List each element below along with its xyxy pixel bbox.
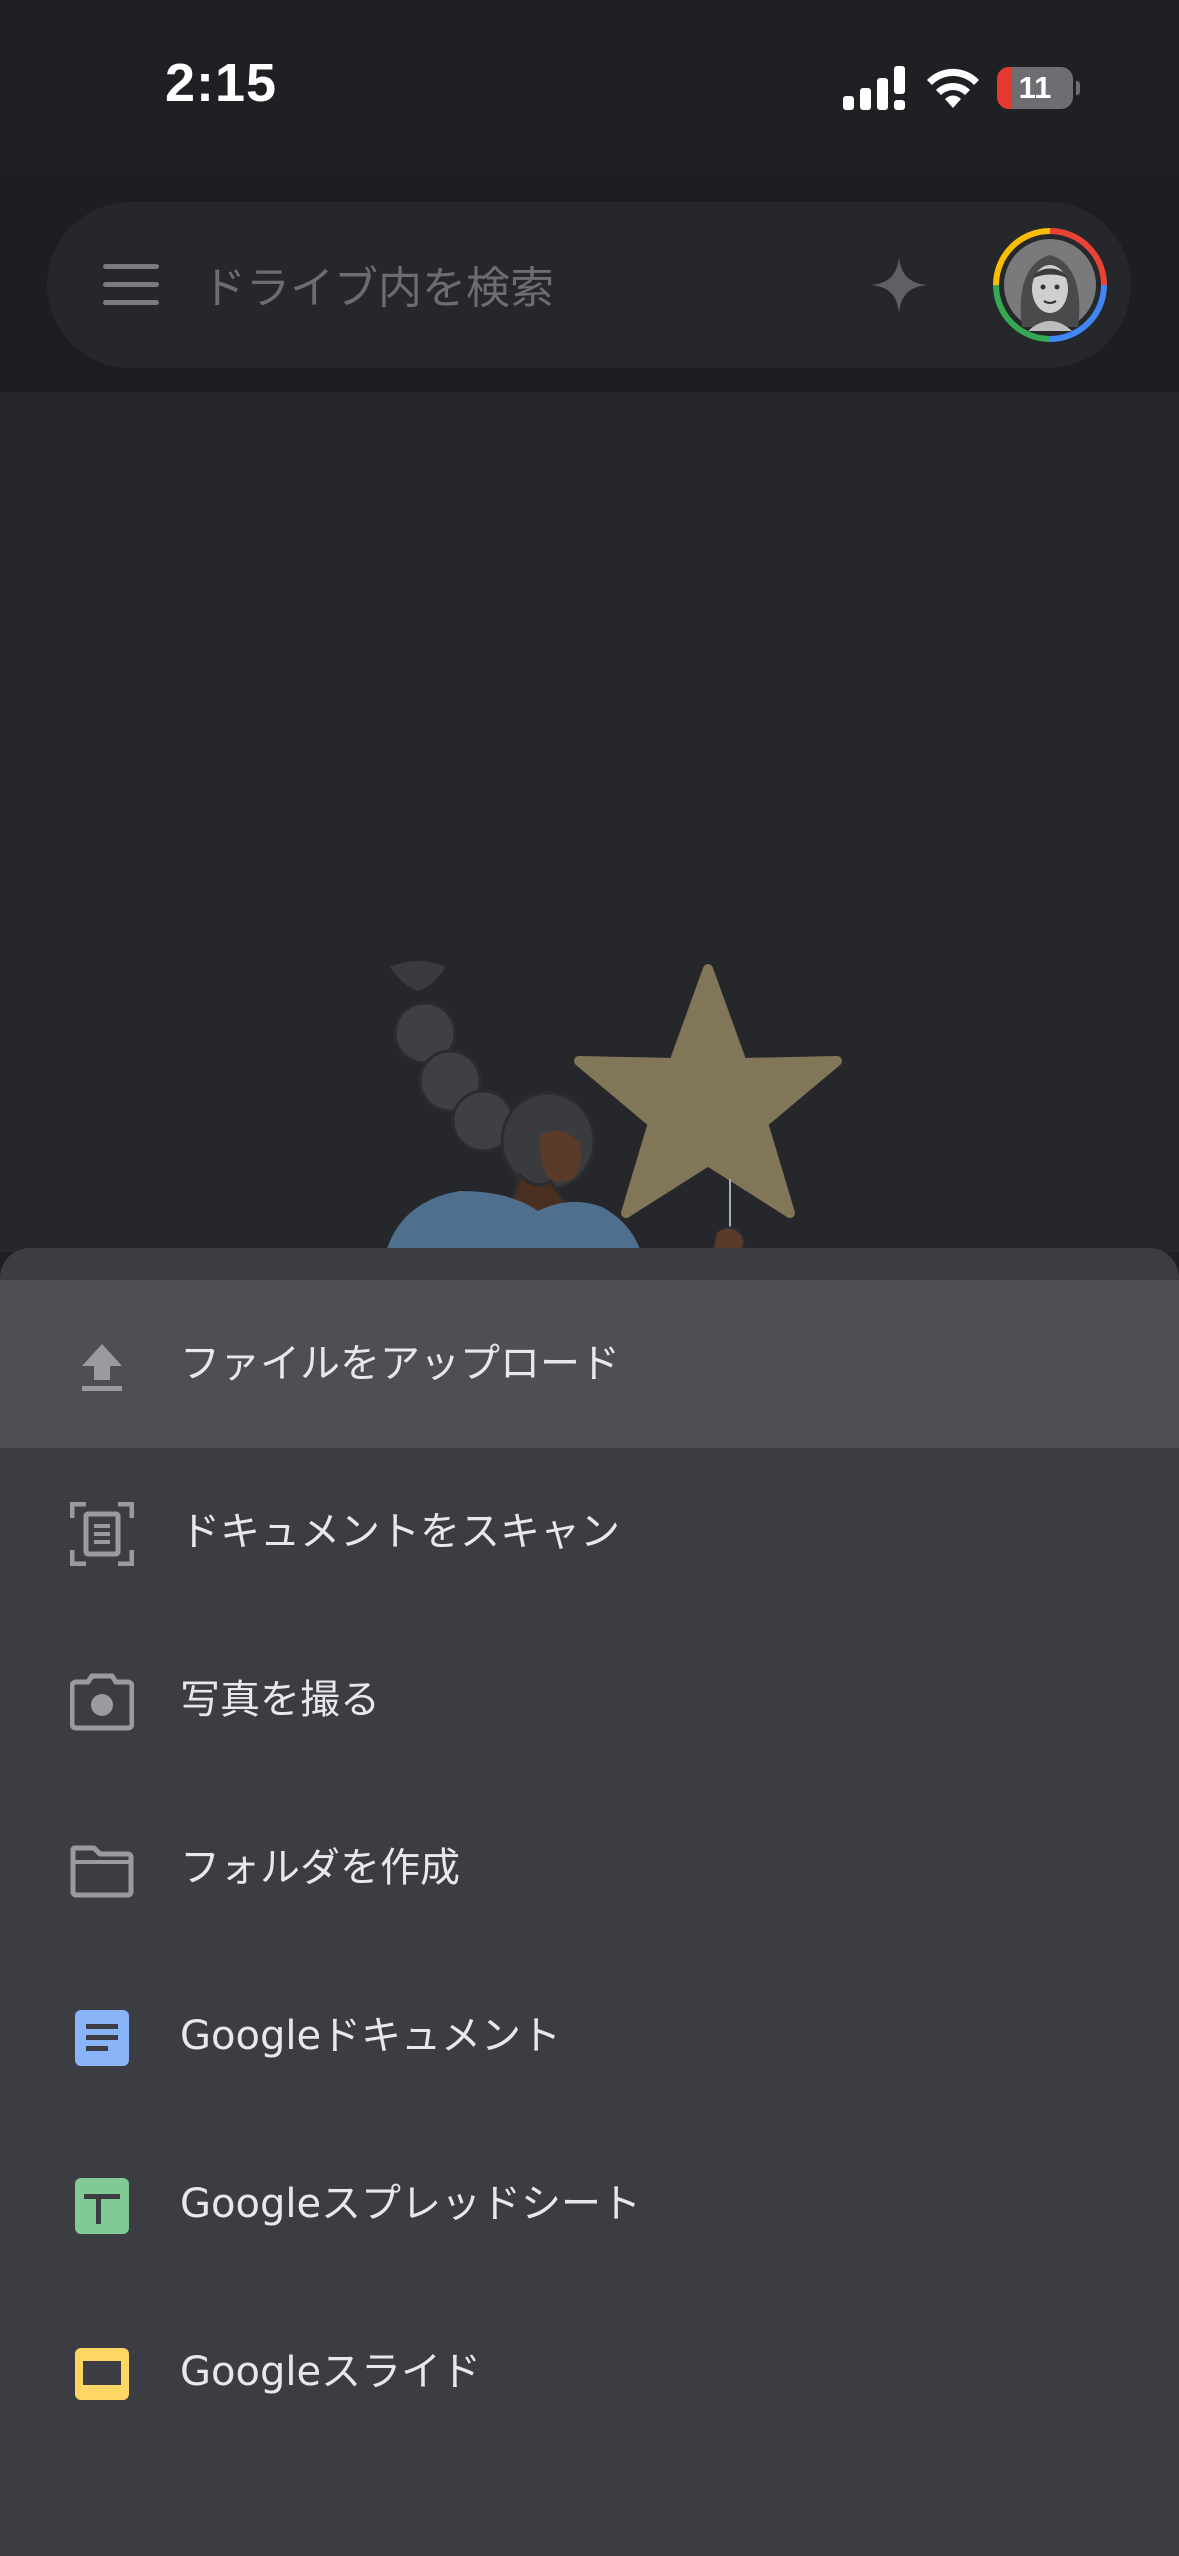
menu-item-google-slides[interactable]: Googleスライド [0,2288,1179,2456]
menu-item-scan-document[interactable]: ドキュメントをスキャン [0,1448,1179,1616]
google-docs-icon [75,2010,129,2066]
menu-item-create-folder[interactable]: フォルダを作成 [0,1784,1179,1952]
sheet-top-edge [0,1248,1179,1280]
wifi-icon [927,68,979,108]
google-slides-icon [75,2348,129,2400]
menu-item-label: 写真を撮る [180,1677,380,1723]
folder-icon [70,1845,134,1898]
menu-item-google-sheets[interactable]: Googleスプレッドシート [0,2120,1179,2288]
menu-item-label: Googleスプレッドシート [180,2181,642,2227]
create-new-bottom-sheet: ファイルをアップロード ドキュメントをスキャン 写真を撮る フォルダを作成 Go… [0,1248,1179,2556]
menu-item-label: ファイルをアップロード [180,1341,620,1387]
menu-item-label: Googleドキュメント [180,2013,562,2059]
menu-item-google-docs[interactable]: Googleドキュメント [0,1952,1179,2120]
gemini-sparkle-icon[interactable] [869,255,929,315]
search-bar[interactable]: ドライブ内を検索 [47,202,1131,368]
google-sheets-icon [75,2178,129,2234]
status-bar: 2:15 11 [0,0,1179,170]
hamburger-menu-icon[interactable] [103,264,159,306]
menu-item-upload-file[interactable]: ファイルをアップロード [0,1280,1179,1448]
battery-icon: 11 [997,67,1080,109]
battery-level: 11 [1018,70,1052,105]
account-avatar[interactable] [992,227,1108,343]
camera-icon [70,1673,134,1731]
upload-icon [82,1344,122,1391]
search-input[interactable]: ドライブ内を検索 [202,252,554,316]
status-time: 2:15 [165,53,278,113]
menu-item-label: Googleスライド [180,2349,482,2395]
menu-item-take-photo[interactable]: 写真を撮る [0,1616,1179,1784]
cellular-signal-icon [843,66,905,110]
scan-document-icon [70,1502,134,1566]
menu-item-label: フォルダを作成 [180,1845,460,1891]
menu-item-label: ドキュメントをスキャン [180,1509,620,1555]
empty-state-illustration [385,961,842,1255]
